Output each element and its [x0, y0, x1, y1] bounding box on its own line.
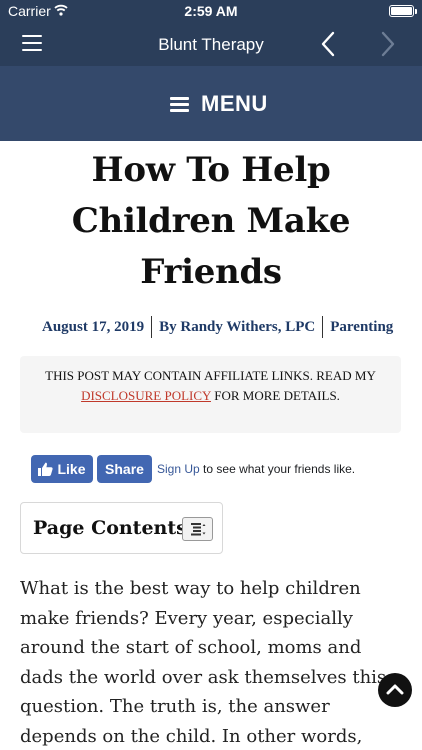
menu-button[interactable]: MENU: [0, 66, 422, 141]
affiliate-line-1: THIS POST MAY CONTAIN AFFILIATE LINKS. R…: [45, 368, 376, 383]
status-time: 2:59 AM: [184, 3, 238, 19]
list-toggle-icon: [191, 523, 206, 536]
article-body: What is the best way to help children ma…: [20, 578, 387, 747]
thumbs-up-icon: [38, 462, 54, 476]
facebook-signup-link[interactable]: Sign Up: [157, 462, 200, 476]
post-author: By Randy Withers, LPC: [159, 318, 316, 335]
status-bar: Carrier 2:59 AM: [0, 0, 422, 22]
share-label: Share: [105, 461, 144, 477]
menu-label: MENU: [201, 91, 268, 116]
like-label: Like: [57, 461, 86, 477]
meta-divider: [322, 316, 324, 338]
affiliate-notice: THIS POST MAY CONTAIN AFFILIATE LINKS. R…: [20, 356, 401, 433]
facebook-share-button[interactable]: Share: [97, 455, 152, 483]
battery-icon: [389, 5, 417, 17]
disclosure-policy-link[interactable]: DISCLOSURE POLICY: [81, 388, 211, 403]
affiliate-line-2: DISCLOSURE POLICY FOR MORE DETAILS.: [20, 386, 401, 406]
menu-icon: [170, 96, 189, 112]
meta-divider: [151, 316, 153, 338]
toc-toggle-button[interactable]: [182, 517, 213, 541]
nav-title: Blunt Therapy: [158, 35, 264, 54]
facebook-signup-desc: to see what your friends like.: [203, 462, 356, 476]
category-link[interactable]: Parenting: [330, 319, 393, 336]
affiliate-after-text: FOR MORE DETAILS.: [214, 388, 340, 403]
table-of-contents: Page Contents: [20, 502, 223, 554]
article-meta: August 17, 2019 By Randy Withers, LPC Pa…: [42, 316, 393, 338]
facebook-widget: Like Share Sign Up to see what your frie…: [31, 455, 355, 483]
facebook-like-button[interactable]: Like: [31, 455, 93, 483]
facebook-signup-text: Sign Up to see what your friends like.: [157, 462, 355, 476]
nav-bar: Blunt Therapy: [0, 22, 422, 66]
back-chevron-icon[interactable]: [318, 30, 340, 58]
scroll-to-top-button[interactable]: [378, 673, 412, 707]
post-date: August 17, 2019: [42, 318, 145, 335]
toc-title: Page Contents: [33, 517, 187, 539]
forward-chevron-icon[interactable]: [376, 30, 398, 58]
chevron-up-icon: [386, 684, 404, 695]
article-title: How To Help Children Make Friends: [71, 150, 351, 292]
